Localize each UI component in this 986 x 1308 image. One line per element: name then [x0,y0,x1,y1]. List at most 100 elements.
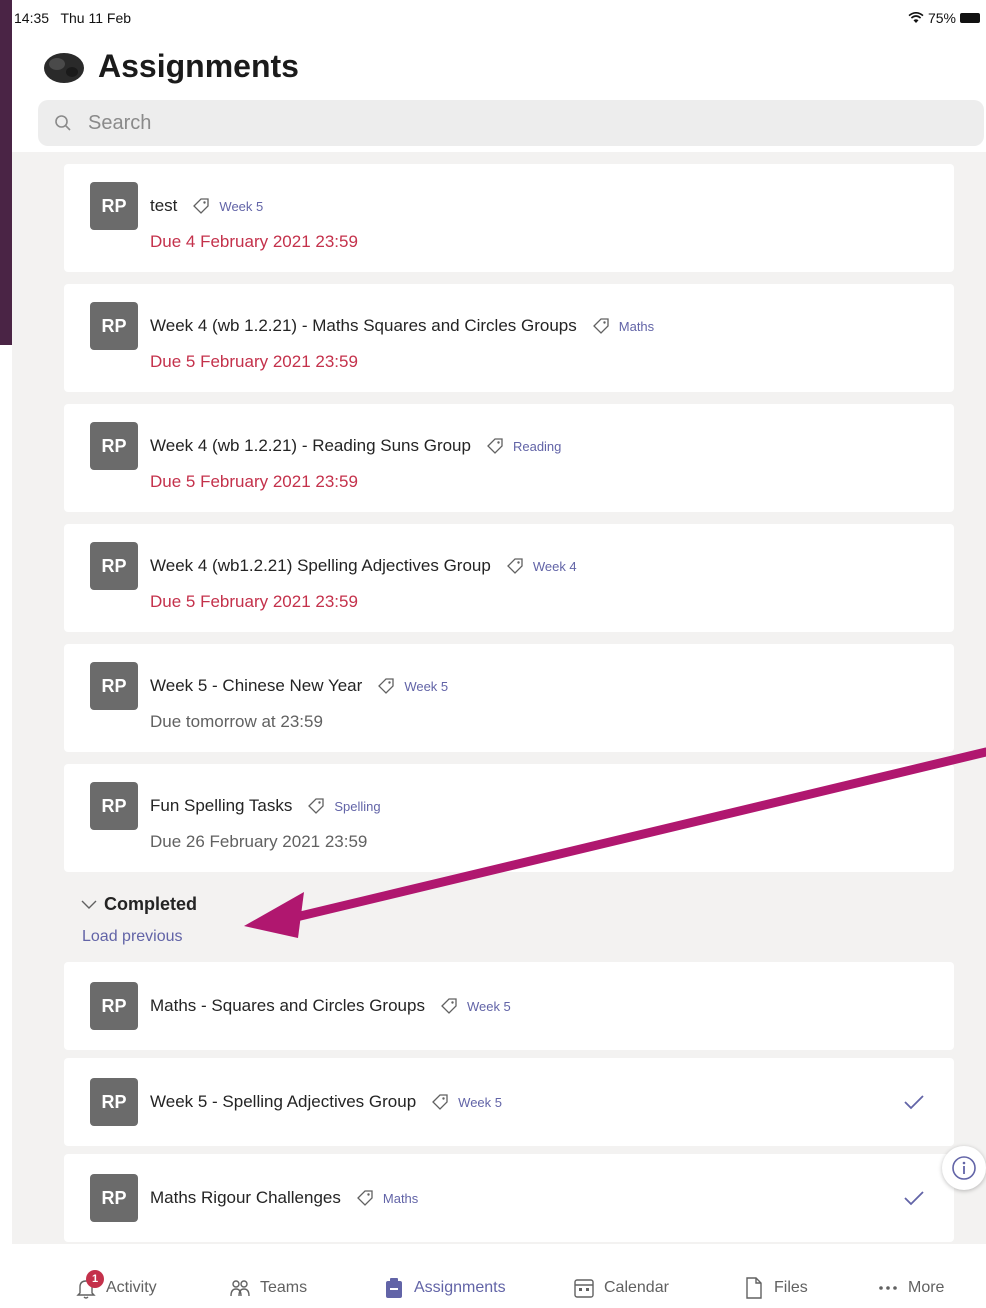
tag: Week 4 [505,556,577,576]
tag: Maths [591,316,654,336]
tag-icon [356,1190,373,1206]
assignment-title: Week 5 - Spelling Adjectives Group [150,1092,417,1111]
assignment-title-line: test Week 5 [150,196,263,216]
info-button[interactable] [942,1146,986,1190]
assignment-card[interactable]: RP Week 4 (wb 1.2.21) - Maths Squares an… [64,284,954,392]
profile-avatar[interactable] [42,50,86,86]
assignment-title-line: Maths - Squares and Circles Groups Week … [150,996,511,1016]
status-time: 14:35 Thu 11 Feb [14,10,131,26]
tag-label: Maths [382,1190,419,1206]
nav-files[interactable]: Files [742,1276,808,1300]
tag-icon [441,998,457,1014]
assignments-icon [386,1278,402,1298]
tag-icon [432,1094,448,1110]
avatar: RP [90,182,138,230]
tag-icon [592,318,609,334]
date: Thu 11 Feb [60,10,132,26]
assignment-title: Week 4 (wb 1.2.21) - Reading Suns Group [150,436,471,455]
tag-label: Week 5 [466,998,511,1014]
tag: Spelling [306,796,381,816]
avatar: RP [90,782,138,830]
assignment-card[interactable]: RP Week 4 (wb 1.2.21) - Reading Suns Gro… [64,404,954,512]
header: Assignments [12,40,986,100]
assignment-title: Maths - Squares and Circles Groups [150,996,425,1015]
info-icon [952,1156,976,1180]
tag-icon [193,198,210,214]
tag-label: Week 5 [404,678,449,694]
avatar: RP [90,982,138,1030]
calendar-icon [574,1279,594,1298]
nav-label: Activity [106,1279,157,1296]
due-date: Due 26 February 2021 23:59 [150,832,368,851]
assignment-title: Fun Spelling Tasks [150,796,293,815]
nav-teams[interactable]: Teams [228,1276,307,1300]
section-label: Completed [104,894,198,914]
nav-label: Files [774,1279,808,1296]
assignment-card[interactable]: RP Week 5 - Chinese New Year Week 5 Due … [64,644,954,752]
status-right: 75% [908,10,980,26]
assignment-title-line: Week 5 - Chinese New Year Week 5 [150,676,448,696]
wifi-icon [908,12,924,23]
tag: Maths [355,1188,418,1208]
completed-card[interactable]: RP Week 5 - Spelling Adjectives Group We… [64,1058,954,1146]
avatar: RP [90,1078,138,1126]
assignment-title-line: Maths Rigour Challenges Maths [150,1188,418,1208]
file-icon [746,1277,762,1299]
avatar: RP [90,422,138,470]
nav-more[interactable]: More [876,1276,944,1300]
tag-icon [487,438,503,454]
tag-icon [378,678,394,694]
bell-icon: 1 [74,1270,104,1300]
load-previous-link[interactable]: Load previous [82,928,183,946]
nav-label: Assignments [414,1279,506,1296]
checkmark-icon [904,1191,924,1206]
ellipsis-icon [879,1286,897,1290]
tag-label: Spelling [334,798,381,814]
completed-card[interactable]: RP Maths Rigour Challenges Maths [64,1154,954,1242]
avatar: RP [90,542,138,590]
nav-calendar[interactable]: Calendar [572,1276,669,1300]
avatar: RP [90,1174,138,1222]
assignment-title: Week 4 (wb 1.2.21) - Maths Squares and C… [150,316,577,335]
assignment-title-line: Week 4 (wb 1.2.21) - Maths Squares and C… [150,316,654,336]
search-icon [55,115,71,131]
assignment-list: RP test Week 5 Due 4 February 2021 23:59… [12,152,986,1244]
due-date: Due tomorrow at 23:59 [150,712,323,731]
due-date: Due 5 February 2021 23:59 [150,352,358,371]
assignment-title: Week 5 - Chinese New Year [150,676,363,695]
tag-label: Week 5 [458,1094,502,1110]
search-placeholder: Search [88,112,152,134]
battery-icon [960,13,980,23]
assignment-title-line: Week 4 (wb1.2.21) Spelling Adjectives Gr… [150,556,577,576]
tag: Week 5 [191,196,263,216]
checkmark-icon [904,1095,924,1110]
assignment-card[interactable]: RP Fun Spelling Tasks Spelling Due 26 Fe… [64,764,954,872]
tag-label: Week 4 [532,558,577,574]
tag-label: Maths [618,318,655,334]
assignment-title: Maths Rigour Challenges [150,1188,341,1207]
due-date: Due 4 February 2021 23:59 [150,232,358,251]
chevron-down-icon [81,900,97,909]
assignment-card[interactable]: RP Week 4 (wb1.2.21) Spelling Adjectives… [64,524,954,632]
avatar: RP [90,302,138,350]
assignment-title-line: Week 4 (wb 1.2.21) - Reading Suns Group … [150,436,561,456]
assignment-title-line: Week 5 - Spelling Adjectives Group Week … [150,1092,502,1112]
bottom-nav: 1 Activity Teams Assignments Calendar Fi… [12,1268,986,1308]
completed-card[interactable]: RP Maths - Squares and Circles Groups We… [64,962,954,1050]
completed-section-toggle[interactable]: Completed [80,894,197,915]
nav-assignments[interactable]: Assignments [382,1276,506,1300]
search-bar[interactable]: Search [38,100,984,146]
tag-label: Week 5 [219,198,264,214]
clock: 14:35 [14,10,50,26]
nav-activity[interactable]: 1 Activity [74,1270,157,1300]
status-bar: 14:35 Thu 11 Feb 75% [12,0,986,40]
teams-icon [230,1280,250,1297]
tag: Week 5 [439,996,511,1016]
nav-label: Teams [260,1279,308,1296]
tag-label: Reading [512,438,562,454]
tag: Reading [485,436,561,456]
assignment-title: test [150,196,178,215]
assignment-card[interactable]: RP test Week 5 Due 4 February 2021 23:59 [64,164,954,272]
nav-label: More [908,1279,945,1296]
tag: Week 5 [430,1092,502,1112]
